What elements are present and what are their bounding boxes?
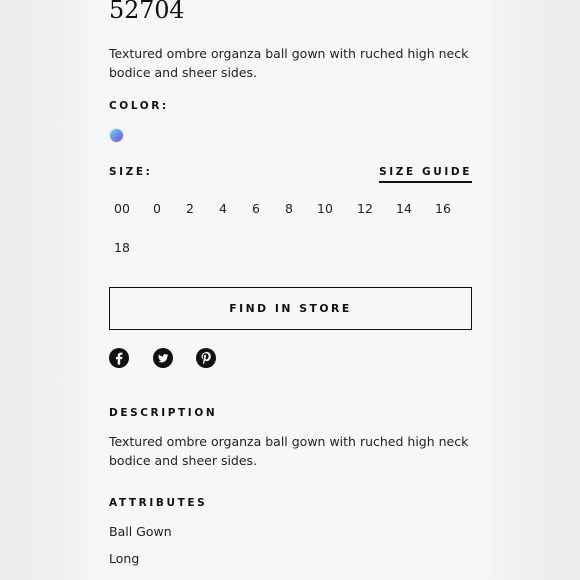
size-option-14[interactable]: 14 xyxy=(396,201,412,217)
description-heading: DESCRIPTION xyxy=(109,407,218,419)
description-text: Textured ombre organza ball gown with ru… xyxy=(109,434,469,468)
size-option-12[interactable]: 12 xyxy=(357,201,373,217)
size-label: SIZE: xyxy=(109,166,153,178)
twitter-icon[interactable] xyxy=(153,348,173,368)
size-guide-link[interactable]: SIZE GUIDE xyxy=(379,165,472,183)
color-swatch[interactable] xyxy=(110,129,123,142)
product-info: 52704 Textured ombre organza ball gown w… xyxy=(109,0,472,580)
product-short-description: Textured ombre organza ball gown with ru… xyxy=(109,46,469,80)
attribute-item: Ball Gown xyxy=(109,524,172,539)
style-number: 52704 xyxy=(109,0,185,24)
find-in-store-button[interactable]: FIND IN STORE xyxy=(109,287,472,330)
size-option-16[interactable]: 16 xyxy=(435,201,451,217)
attribute-item: Long xyxy=(109,551,140,566)
size-option-8[interactable]: 8 xyxy=(285,201,293,217)
size-option-00[interactable]: 00 xyxy=(114,201,130,217)
size-option-10[interactable]: 10 xyxy=(317,201,333,217)
size-option-6[interactable]: 6 xyxy=(252,201,260,217)
size-option-0[interactable]: 0 xyxy=(153,201,161,217)
size-option-4[interactable]: 4 xyxy=(219,201,227,217)
size-option-2[interactable]: 2 xyxy=(186,201,194,217)
size-option-18[interactable]: 18 xyxy=(114,240,130,256)
attributes-heading: ATTRIBUTES xyxy=(109,497,208,509)
pinterest-icon[interactable] xyxy=(196,348,216,368)
facebook-icon[interactable] xyxy=(109,348,129,368)
color-label: COLOR: xyxy=(109,100,169,112)
